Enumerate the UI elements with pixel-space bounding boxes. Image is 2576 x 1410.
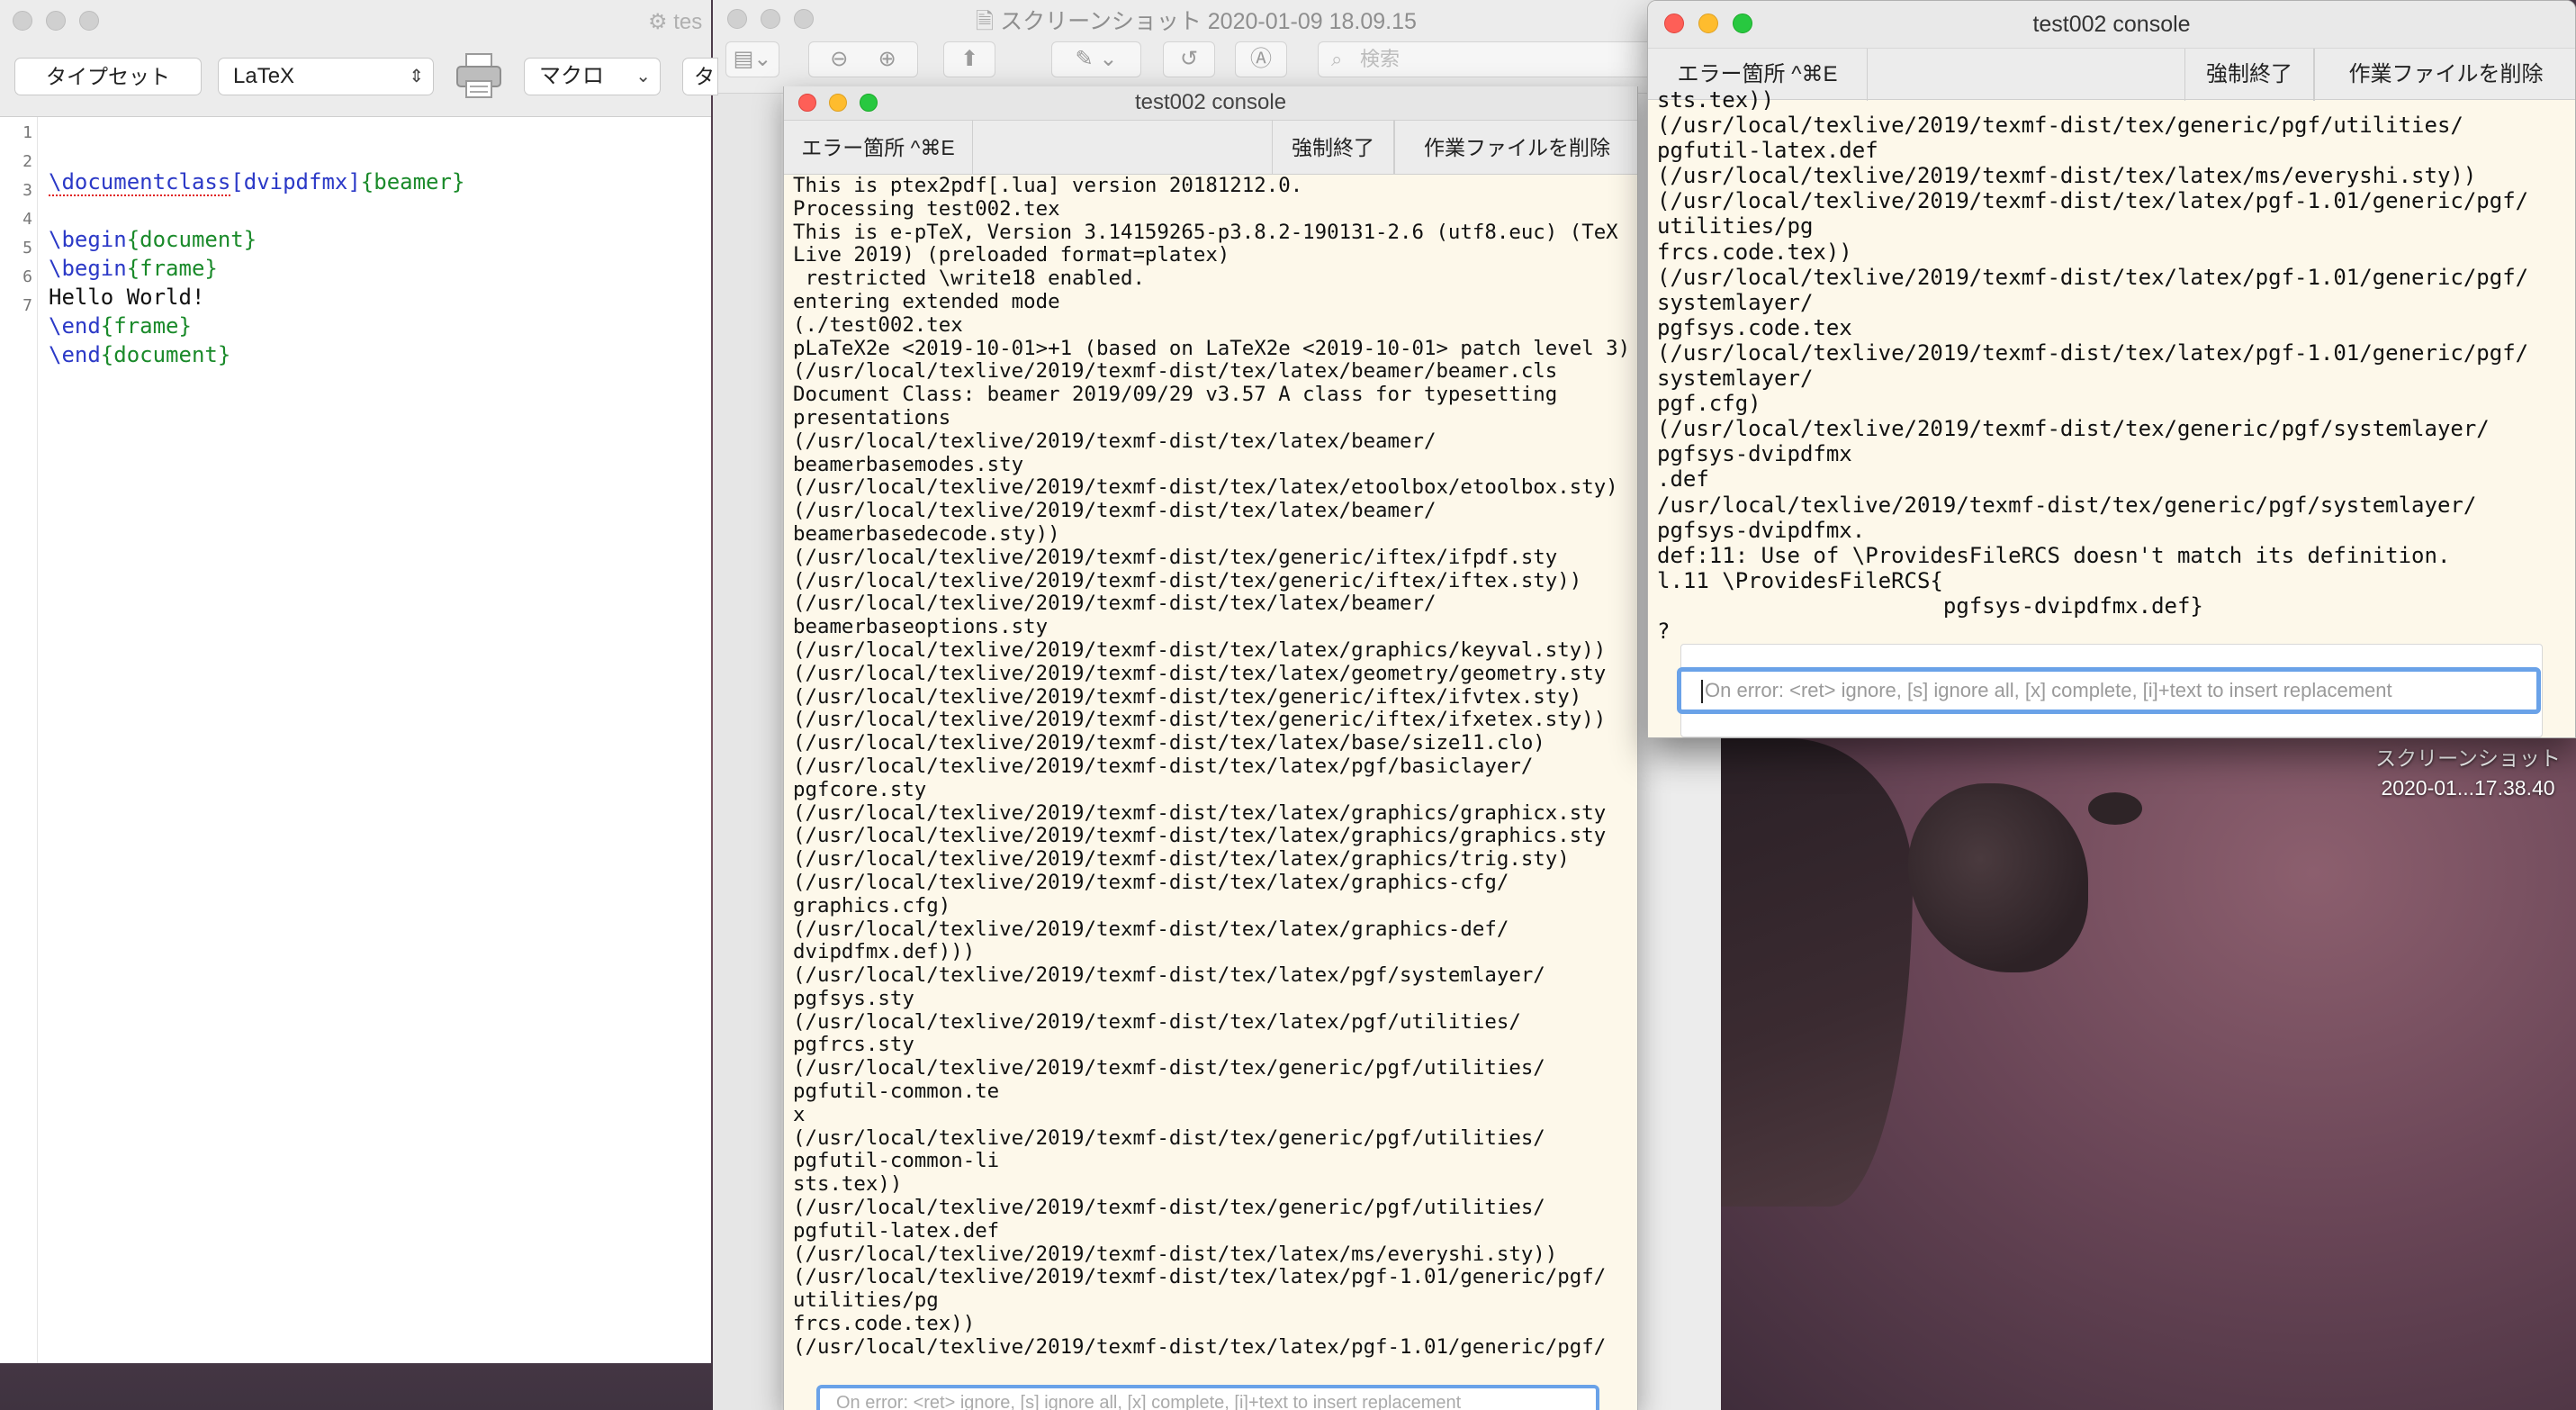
code-line: 3 \begin{document}: [0, 176, 78, 205]
code-text: \documentclass[dvipdfmx]{beamer}: [49, 169, 464, 194]
code-line: 1 \documentclass[dvipdfmx]{beamer}: [0, 119, 78, 148]
minimize-button[interactable]: [46, 11, 66, 31]
engine-select-value: LaTeX: [233, 64, 294, 88]
console-window-back: test002 console エラー箇所 ^⌘E 強制終了 作業ファイルを削除…: [783, 86, 1638, 1410]
line-number: 1: [0, 123, 32, 142]
preview-title: 🗎 スクリーンショット 2020-01-09 18.09.15: [976, 4, 1417, 43]
search-placeholder: 検索: [1360, 48, 1400, 70]
argument-token: {frame}: [127, 256, 218, 281]
close-button[interactable]: [13, 11, 32, 31]
updown-chevron-icon: ⇕: [409, 59, 424, 95]
option-token: [dvipdfmx]: [230, 169, 361, 194]
code-line: 2: [0, 148, 78, 176]
sidebar-icon: ▤⌄: [734, 47, 772, 71]
zoom-button[interactable]: [794, 9, 814, 29]
console-window-controls: [1664, 14, 1752, 33]
console-log: This is ptex2pdf[.lua] version 20181212.…: [793, 175, 1630, 1360]
zoom-button[interactable]: [1733, 14, 1752, 33]
preview-title-text: スクリーンショット 2020-01-09 18.09.15: [1000, 9, 1417, 34]
code-text: \end{document}: [49, 342, 230, 367]
code-line: 6 \end{frame}: [0, 263, 78, 292]
share-button[interactable]: ⬆: [943, 41, 995, 77]
print-icon[interactable]: [455, 50, 502, 101]
editor-window-controls: [13, 11, 99, 31]
editor-window: ⚙ tes タイプセット LaTeX ⇕ マクロ ⌄ タ 1 \document…: [0, 0, 711, 1363]
tex-document-icon: ⚙: [648, 10, 668, 34]
editor-title: ⚙ tes: [648, 9, 702, 35]
argument-token: {frame}: [101, 313, 192, 339]
tags-select[interactable]: タ: [682, 58, 718, 95]
zoom-button[interactable]: [860, 94, 878, 112]
console-title: test002 console: [2032, 12, 2190, 37]
preview-titlebar: 🗎 スクリーンショット 2020-01-09 18.09.15 ▤⌄ ⊖ ⊕ ⬆…: [713, 0, 1721, 94]
close-button[interactable]: [798, 94, 816, 112]
rotate-button[interactable]: ↺: [1163, 41, 1215, 77]
zoom-button[interactable]: [79, 11, 99, 31]
editor-titlebar: ⚙ tes: [0, 0, 711, 43]
zoom-group: ⊖ ⊕: [808, 41, 918, 77]
line-number: 7: [0, 296, 32, 315]
search-icon: ⌕: [1331, 42, 1342, 77]
code-text: \begin{document}: [49, 227, 257, 252]
chevron-down-icon: ⌄: [635, 59, 651, 95]
engine-select[interactable]: LaTeX ⇕: [218, 58, 434, 95]
close-button[interactable]: [727, 9, 747, 29]
editor-title-text: tes: [673, 10, 702, 34]
console-window-controls: [798, 94, 878, 112]
markup-button[interactable]: ✎ ⌄: [1051, 41, 1141, 77]
console-window-front: test002 console エラー箇所 ^⌘E 強制終了 作業ファイルを削除…: [1647, 0, 2576, 738]
console-titlebar: test002 console: [1648, 1, 2575, 48]
desktop-file-icon[interactable]: スクリーンショット 2020-01...17.38.40: [2369, 744, 2567, 803]
desktop-file-label-line2: 2020-01...17.38.40: [2369, 773, 2567, 803]
line-number: 2: [0, 152, 32, 171]
line-number: 5: [0, 239, 32, 258]
console-input[interactable]: On error: <ret> ignore, [s] ignore all, …: [816, 1385, 1599, 1410]
markup-icon: ✎ ⌄: [1076, 47, 1118, 71]
document-icon: 🗎: [976, 9, 994, 34]
source-editor[interactable]: 1 \documentclass[dvipdfmx]{beamer} 2 3 \…: [0, 117, 711, 1363]
sidebar-toggle-button[interactable]: ▤⌄: [725, 41, 779, 77]
minimize-button[interactable]: [829, 94, 847, 112]
text-cursor: [1701, 680, 1703, 703]
code-line: 4 \begin{frame}: [0, 205, 78, 234]
error-location-button[interactable]: エラー箇所 ^⌘E: [784, 121, 973, 175]
console-log: sts.tex)) (/usr/local/texlive/2019/texmf…: [1657, 87, 2568, 655]
annotate-button[interactable]: Ⓐ: [1235, 41, 1287, 77]
desktop-rock-small: [2088, 792, 2142, 825]
code-line: 7 \end{document}: [0, 292, 78, 321]
preview-sidebar: [713, 94, 781, 1410]
rotate-icon: ↺: [1180, 47, 1198, 71]
macro-select[interactable]: マクロ ⌄: [524, 58, 661, 95]
macro-select-value: マクロ: [539, 64, 604, 88]
code-line: 5 Hello World!: [0, 234, 78, 263]
force-quit-button[interactable]: 強制終了: [1272, 121, 1394, 175]
annotate-icon: Ⓐ: [1250, 47, 1272, 71]
desktop-file-label-line1: スクリーンショット: [2369, 744, 2567, 773]
console-input-placeholder: On error: <ret> ignore, [s] ignore all, …: [1705, 679, 2392, 701]
console-title: test002 console: [1135, 90, 1286, 114]
argument-token: {document}: [127, 227, 257, 252]
minimize-button[interactable]: [761, 9, 780, 29]
console-titlebar: test002 console: [784, 86, 1637, 121]
zoom-in-icon[interactable]: ⊕: [878, 47, 896, 71]
command-token: \end: [49, 342, 101, 367]
preview-window-controls: [727, 9, 814, 29]
typeset-button[interactable]: タイプセット: [14, 58, 202, 95]
minimize-button[interactable]: [1698, 14, 1718, 33]
argument-token: {document}: [101, 342, 231, 367]
line-number: 3: [0, 181, 32, 200]
line-number: 4: [0, 210, 32, 229]
line-number: 6: [0, 267, 32, 286]
close-button[interactable]: [1664, 14, 1684, 33]
zoom-out-icon[interactable]: ⊖: [830, 47, 848, 71]
console-input[interactable]: On error: <ret> ignore, [s] ignore all, …: [1677, 667, 2541, 714]
share-icon: ⬆: [960, 47, 978, 71]
editor-toolbar: タイプセット LaTeX ⇕ マクロ ⌄ タ: [0, 43, 711, 117]
argument-token: {beamer}: [361, 169, 465, 194]
console-toolbar: エラー箇所 ^⌘E 強制終了 作業ファイルを削除: [784, 121, 1637, 175]
delete-work-files-button[interactable]: 作業ファイルを削除: [1394, 121, 1639, 175]
